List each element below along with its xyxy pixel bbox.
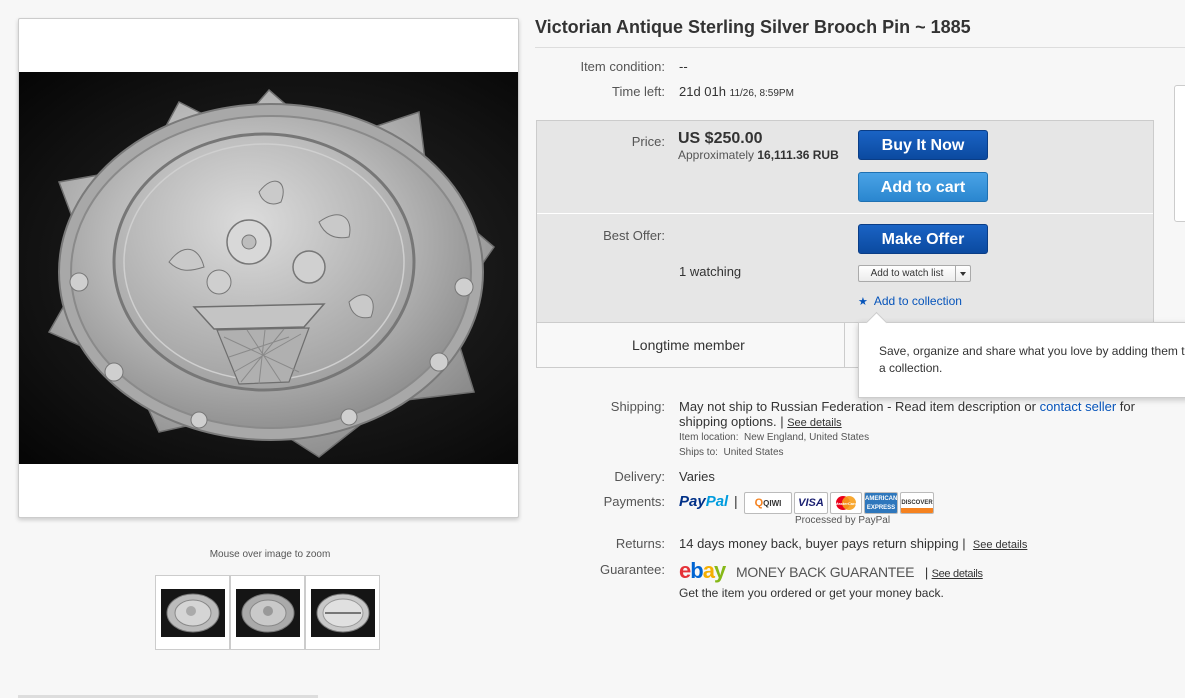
thumbnail-image [236,589,300,637]
buy-box-divider [537,213,1153,214]
card-label: MasterCard [835,501,858,506]
ships-to-value: United States [723,447,784,458]
star-icon: ★ [858,296,868,308]
returns-see-details-link[interactable]: See details [973,539,1027,551]
separator: | [734,493,738,509]
visa-card-icon: VISA [794,492,828,514]
time-left-remaining: 21d 01h [679,84,726,99]
brooch-image [47,88,496,458]
approx-prefix: Approximately [678,148,755,162]
price-label: Price: [631,134,665,149]
collection-tooltip: Save, organize and share what you love b… [858,322,1185,398]
main-product-image[interactable] [19,72,518,464]
delivery-value: Varies [679,469,715,484]
shipping-value: May not ship to Russian Federation - Rea… [679,399,1159,414]
add-to-collection-link[interactable]: ★ Add to collection [858,294,962,308]
member-status: Longtime member [632,337,745,353]
shipping-line2: shipping options. | See details [679,414,842,429]
ebay-logo-letter: a [702,558,715,583]
returns-value: 14 days money back, buyer pays return sh… [679,536,1027,551]
watch-list-label: Add to watch list [870,268,944,279]
make-offer-button[interactable]: Make Offer [858,224,988,254]
chevron-down-icon[interactable] [955,266,970,281]
ebay-logo-letter: b [690,558,703,583]
time-left-value: 21d 01h 11/26, 8:59PM [679,84,794,99]
amex-card-icon: AMERICAN EXPRESS [864,492,898,514]
separator: | [780,414,784,429]
thumbnail-2[interactable] [230,575,305,650]
separator: | [924,565,928,580]
paypal-logo-pay: Pay [679,493,706,510]
approx-value: 16,111.36 RUB [757,148,839,162]
thumbnail-1[interactable] [155,575,230,650]
time-left-label: Time left: [612,84,665,99]
delivery-label: Delivery: [614,469,665,484]
price-approximate: Approximately 16,111.36 RUB [678,148,839,162]
condition-label: Item condition: [580,59,665,74]
ebay-logo: ebay [679,558,726,584]
paypal-logo-pal: Pal [705,493,729,510]
add-to-cart-button[interactable]: Add to cart [858,172,988,202]
thumbnail-3[interactable] [305,575,380,650]
separator: | [962,536,966,551]
item-location-label: Item location: [679,432,739,443]
returns-label: Returns: [615,536,665,551]
guarantee-see-details-link[interactable]: See details [932,568,983,580]
main-image-frame[interactable] [18,18,519,518]
side-panel [1174,85,1185,222]
best-offer-label: Best Offer: [603,228,665,243]
watch-list-button[interactable]: Add to watch list [858,265,971,282]
discover-card-icon: DISCOVER [900,492,934,514]
mastercard-icon: MasterCard [830,492,862,514]
returns-text: 14 days money back, buyer pays return sh… [679,536,959,551]
card-label: DISCOVER [901,500,933,506]
title-divider [535,47,1185,48]
add-to-collection-label[interactable]: Add to collection [874,294,962,308]
thumbnail-image [311,589,375,637]
buy-it-now-button[interactable]: Buy It Now [858,130,988,160]
condition-value: -- [679,59,688,74]
payments-label: Payments: [603,494,665,509]
item-location: Item location: New England, United State… [679,432,869,443]
paypal-logo: PayPal [679,493,728,510]
contact-seller-link[interactable]: contact seller [1040,399,1117,414]
shipping-label: Shipping: [610,399,665,414]
item-title: Victorian Antique Sterling Silver Brooch… [535,17,971,37]
member-divider [844,323,845,368]
qiwi-card-icon: QQIWI [744,492,792,514]
watching-count: 1 watching [679,264,742,279]
processed-by-paypal: Processed by PayPal [795,515,891,526]
price-value: US $250.00 [678,130,763,147]
shipping-see-details-link[interactable]: See details [787,417,841,429]
guarantee-subtext: Get the item you ordered or get your mon… [679,586,944,600]
money-back-guarantee: MONEY BACK GUARANTEE | See details [736,564,983,580]
card-label: QIWI [763,499,782,508]
shipping-text: May not ship to Russian Federation - Rea… [679,399,1036,414]
item-location-value: New England, United States [744,432,870,443]
time-left-end: 11/26, 8:59PM [729,88,794,99]
tooltip-text: Save, organize and share what you love b… [879,344,1185,375]
ships-to: Ships to: United States [679,447,784,458]
zoom-hint: Mouse over image to zoom [209,549,331,560]
thumbnail-image [161,589,225,637]
guarantee-title: MONEY BACK GUARANTEE [736,564,915,580]
ebay-logo-letter: e [679,558,691,583]
shipping-options-text: shipping options. [679,414,777,429]
ebay-logo-letter: y [713,558,726,583]
ships-to-label: Ships to: [679,447,718,458]
guarantee-label: Guarantee: [599,562,665,577]
shipping-text-after: for [1119,399,1135,414]
